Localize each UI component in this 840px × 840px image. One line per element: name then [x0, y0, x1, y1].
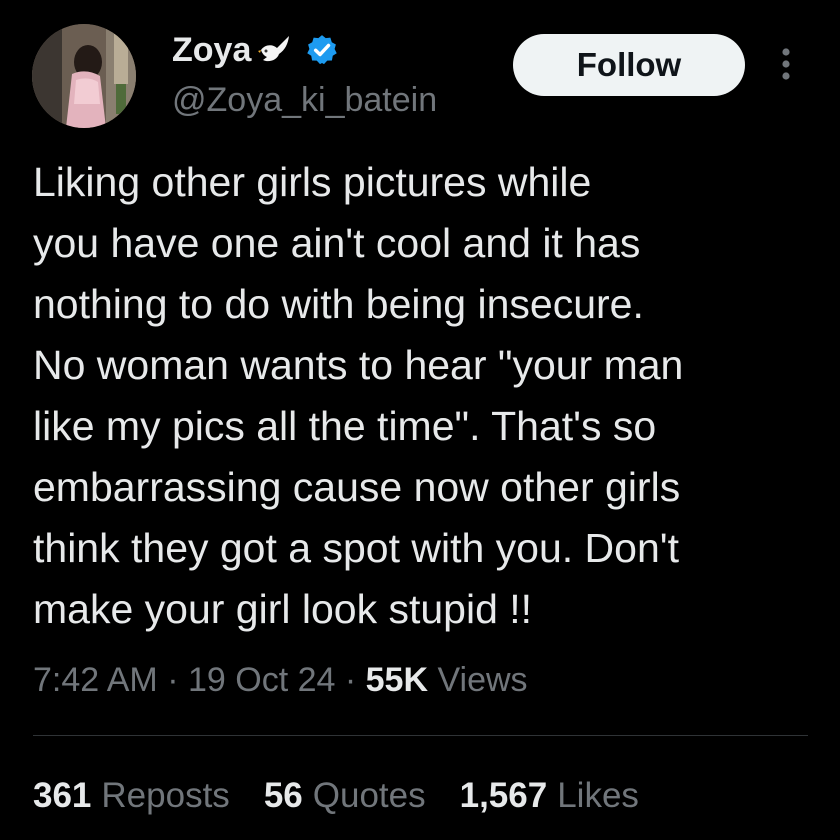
- tweet-date[interactable]: 19 Oct 24: [188, 661, 335, 699]
- reposts-label: Reposts: [101, 776, 230, 815]
- quotes-label: Quotes: [312, 776, 426, 815]
- likes-label: Likes: [557, 776, 639, 815]
- tweet-meta: 7:42 AM · 19 Oct 24 · 55K Views: [33, 655, 528, 705]
- engagement-stats: 361 Reposts 56 Quotes 1,567 Likes: [33, 771, 673, 821]
- reposts-count: 361: [33, 776, 92, 815]
- follow-button[interactable]: Follow: [513, 34, 745, 96]
- author-handle[interactable]: @Zoya_ki_batein: [172, 78, 437, 122]
- quotes-count: 56: [263, 776, 303, 815]
- avatar[interactable]: [32, 24, 136, 128]
- quotes-stat[interactable]: 56 Quotes: [264, 771, 426, 821]
- likes-stat[interactable]: 1,567 Likes: [460, 771, 639, 821]
- more-options-icon[interactable]: [776, 44, 796, 84]
- likes-count: 1,567: [459, 776, 548, 815]
- views-count: 55K: [365, 661, 429, 699]
- views-label: Views: [437, 661, 528, 699]
- tweet-time[interactable]: 7:42 AM: [33, 661, 158, 699]
- profile-photo: [32, 24, 136, 128]
- verified-badge-icon[interactable]: [305, 33, 339, 67]
- dove-icon: [258, 36, 290, 62]
- tweet-header: Zoya @Zoya_ki_batein Follow: [0, 0, 840, 140]
- display-name[interactable]: Zoya: [172, 28, 251, 72]
- meta-separator: ·: [167, 661, 179, 699]
- meta-separator: ·: [344, 661, 357, 699]
- author-name-row: Zoya: [172, 28, 339, 72]
- tweet-text: Liking other girls pictures while you ha…: [33, 159, 684, 632]
- divider: [33, 735, 808, 736]
- reposts-stat[interactable]: 361 Reposts: [33, 771, 230, 821]
